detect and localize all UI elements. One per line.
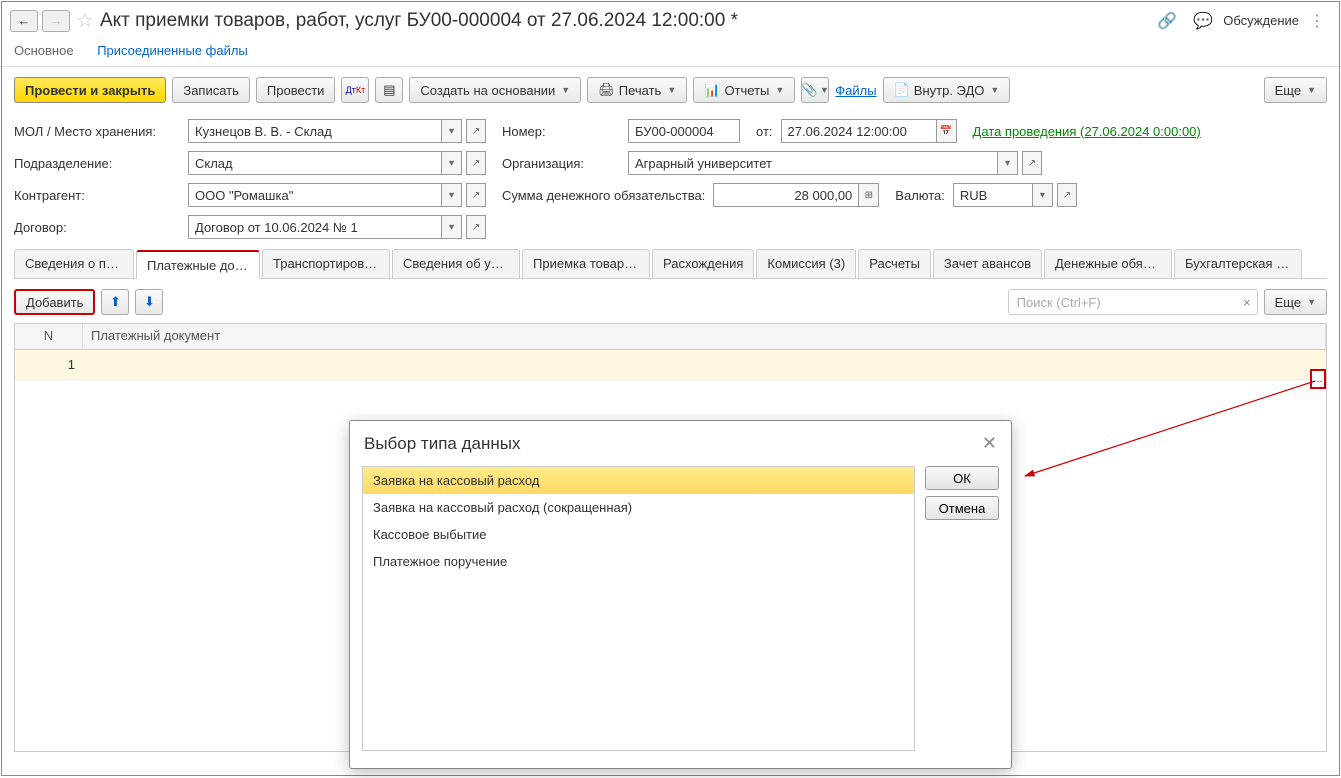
dialog-title: Выбор типа данных: [364, 434, 982, 454]
num-input[interactable]: БУ00-000004: [628, 119, 740, 143]
tabs: Сведения о пост... Платежные доку... Тра…: [14, 249, 1327, 279]
date-calendar[interactable]: 📅: [937, 119, 957, 143]
create-base-button[interactable]: Создать на основании▼: [409, 77, 581, 103]
cell-n: 1: [15, 357, 83, 372]
subtoolbar: Добавить ⬆ ⬇ Поиск (Ctrl+F) × Еще▼: [2, 281, 1339, 323]
tab-obligations[interactable]: Денежные обязат...: [1044, 249, 1172, 278]
link-icon[interactable]: 🔗: [1157, 11, 1177, 31]
contract-input[interactable]: Договор от 10.06.2024 № 1: [188, 215, 442, 239]
list-item[interactable]: Кассовое выбытие: [363, 521, 914, 548]
list-item[interactable]: Заявка на кассовый расход (сокращенная): [363, 494, 914, 521]
post-button[interactable]: Провести: [256, 77, 336, 103]
list-item[interactable]: Заявка на кассовый расход: [363, 467, 914, 494]
list-item[interactable]: Платежное поручение: [363, 548, 914, 575]
tab-commission[interactable]: Комиссия (3): [756, 249, 856, 278]
sum-input[interactable]: 28 000,00: [713, 183, 859, 207]
currency-dropdown[interactable]: ▾: [1033, 183, 1053, 207]
navbar: Основное Присоединенные файлы: [2, 39, 1339, 67]
tab-advances[interactable]: Зачет авансов: [933, 249, 1042, 278]
th-n: N: [15, 324, 83, 349]
form-area: МОЛ / Место хранения: Кузнецов В. В. - С…: [2, 113, 1339, 281]
print-button[interactable]: 🖨 Печать▼: [587, 77, 687, 103]
type-select-dialog: Выбор типа данных ✕ Заявка на кассовый р…: [349, 420, 1012, 769]
contractor-input[interactable]: ООО "Ромашка": [188, 183, 442, 207]
main-toolbar: Провести и закрыть Записать Провести ДтК…: [2, 67, 1339, 113]
attach-icon[interactable]: 📎▼: [801, 77, 829, 103]
tab-accounting-op[interactable]: Бухгалтерская оп...: [1174, 249, 1302, 278]
dept-input[interactable]: Склад: [188, 151, 442, 175]
tab-transport[interactable]: Транспортировка ...: [262, 249, 390, 278]
mol-label: МОЛ / Место хранения:: [14, 124, 180, 139]
back-button[interactable]: ←: [10, 10, 38, 32]
reports-button[interactable]: 📊 Отчеты▼: [693, 77, 795, 103]
tab-discrepancies[interactable]: Расхождения: [652, 249, 754, 278]
org-label: Организация:: [502, 156, 620, 171]
contractor-open[interactable]: ↗: [466, 183, 486, 207]
discuss-icon[interactable]: 💬: [1193, 11, 1213, 31]
save-button[interactable]: Записать: [172, 77, 250, 103]
dept-dropdown[interactable]: ▾: [442, 151, 462, 175]
nav-main[interactable]: Основное: [14, 43, 74, 58]
dt-kt-icon[interactable]: ДтКт: [341, 77, 369, 103]
favorite-star-icon[interactable]: ☆: [76, 8, 94, 33]
tab-supplier-info[interactable]: Сведения о пост...: [14, 249, 134, 278]
tab-packing[interactable]: Сведения об упа...: [392, 249, 520, 278]
move-up-icon[interactable]: ⬆: [101, 289, 129, 315]
cancel-button[interactable]: Отмена: [925, 496, 999, 520]
tab-payment-docs[interactable]: Платежные доку...: [136, 250, 260, 279]
type-list[interactable]: Заявка на кассовый расход Заявка на касс…: [362, 466, 915, 751]
doc-icon[interactable]: ▤: [375, 77, 403, 103]
post-close-button[interactable]: Провести и закрыть: [14, 77, 166, 103]
contract-dropdown[interactable]: ▾: [442, 215, 462, 239]
tab-goods-accept[interactable]: Приемка товаров...: [522, 249, 650, 278]
contractor-dropdown[interactable]: ▾: [442, 183, 462, 207]
menu-dots-icon[interactable]: ⋮: [1309, 11, 1325, 31]
tab-calculations[interactable]: Расчеты: [858, 249, 931, 278]
dialog-close-icon[interactable]: ✕: [982, 433, 997, 454]
move-down-icon[interactable]: ⬇: [135, 289, 163, 315]
date-link[interactable]: Дата проведения (27.06.2024 0:00:00): [973, 124, 1201, 139]
table-row[interactable]: 1 ...: [15, 350, 1326, 380]
sum-label: Сумма денежного обязательства:: [502, 188, 705, 203]
mol-input[interactable]: Кузнецов В. В. - Склад: [188, 119, 442, 143]
mol-open[interactable]: ↗: [466, 119, 486, 143]
dept-open[interactable]: ↗: [466, 151, 486, 175]
mol-dropdown[interactable]: ▾: [442, 119, 462, 143]
org-open[interactable]: ↗: [1022, 151, 1042, 175]
th-doc: Платежный документ: [83, 324, 1326, 349]
page-title: Акт приемки товаров, работ, услуг БУ00-0…: [100, 10, 1147, 32]
contract-label: Договор:: [14, 220, 180, 235]
more-button-sub[interactable]: Еще▼: [1264, 289, 1327, 315]
org-input[interactable]: Аграрный университет: [628, 151, 998, 175]
files-link[interactable]: Файлы: [835, 83, 876, 98]
dept-label: Подразделение:: [14, 156, 180, 171]
add-button[interactable]: Добавить: [14, 289, 95, 315]
forward-button[interactable]: →: [42, 10, 70, 32]
num-label: Номер:: [502, 124, 620, 139]
contract-open[interactable]: ↗: [466, 215, 486, 239]
from-label: от:: [756, 124, 773, 139]
ellipsis-button[interactable]: ...: [1310, 369, 1326, 389]
nav-files[interactable]: Присоединенные файлы: [97, 43, 248, 58]
currency-label: Валюта:: [895, 188, 945, 203]
search-clear-icon[interactable]: ×: [1243, 295, 1251, 310]
more-button[interactable]: Еще▼: [1264, 77, 1327, 103]
currency-input[interactable]: RUB: [953, 183, 1033, 207]
sum-calc[interactable]: ⊞: [859, 183, 879, 207]
search-input[interactable]: Поиск (Ctrl+F) ×: [1008, 289, 1258, 315]
date-input[interactable]: 27.06.2024 12:00:00: [781, 119, 937, 143]
contractor-label: Контрагент:: [14, 188, 180, 203]
titlebar: ← → ☆ Акт приемки товаров, работ, услуг …: [2, 2, 1339, 39]
org-dropdown[interactable]: ▾: [998, 151, 1018, 175]
edo-button[interactable]: 📄 Внутр. ЭДО▼: [883, 77, 1011, 103]
currency-open[interactable]: ↗: [1057, 183, 1077, 207]
ok-button[interactable]: ОК: [925, 466, 999, 490]
discuss-label[interactable]: Обсуждение: [1223, 13, 1299, 28]
